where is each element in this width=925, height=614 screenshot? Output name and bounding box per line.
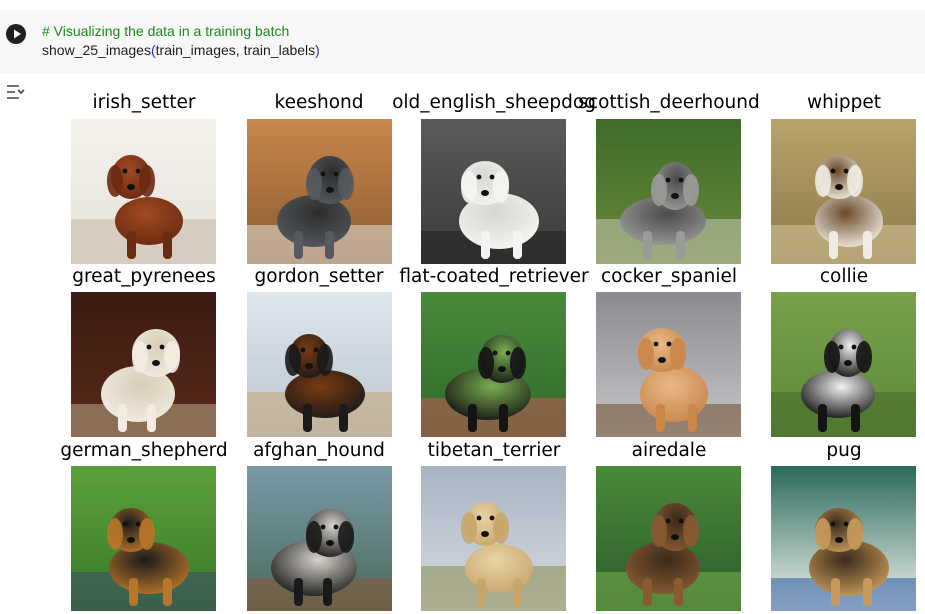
dog-image [247, 292, 392, 437]
dog-image [771, 292, 916, 437]
image-label: german_shepherd [60, 440, 228, 461]
dog-photo-graphic [596, 466, 741, 611]
play-circle-icon [14, 29, 21, 39]
image-label: irish_setter [92, 92, 196, 113]
dog-image [247, 466, 392, 611]
image-label: afghan_hound [253, 440, 385, 461]
code-arguments: train_images, train_labels [155, 42, 316, 58]
image-label: whippet [806, 92, 882, 113]
dog-image [71, 292, 216, 437]
image-label: cocker_spaniel [600, 266, 738, 287]
image-label: collie [819, 266, 869, 287]
dog-photo-graphic [421, 466, 566, 611]
image-label: old_english_sheepdog [392, 92, 596, 113]
dog-image [596, 292, 741, 437]
dog-photo-graphic [421, 119, 566, 264]
image-label: pug [826, 440, 862, 461]
dog-photo-graphic [71, 119, 216, 264]
code-function-call: show_25_images [42, 42, 151, 58]
image-label: flat-coated_retriever [399, 266, 589, 287]
dog-photo-graphic [421, 292, 566, 437]
output-collapse-icon[interactable] [4, 82, 26, 102]
dog-image [247, 119, 392, 264]
dog-image [71, 466, 216, 611]
dog-photo-graphic [771, 466, 916, 611]
dog-photo-graphic [596, 292, 741, 437]
dog-photo-graphic [771, 119, 916, 264]
dog-photo-graphic [71, 466, 216, 611]
image-label: tibetan_terrier [427, 440, 561, 461]
image-label: keeshond [274, 92, 364, 113]
dog-image [771, 119, 916, 264]
image-label: airedale [631, 440, 707, 461]
code-comment: # Visualizing the data in a training bat… [42, 23, 290, 39]
dog-photo-graphic [247, 292, 392, 437]
image-label: scottish_deerhound [578, 92, 760, 113]
code-cell[interactable]: # Visualizing the data in a training bat… [0, 10, 925, 74]
dog-photo-graphic [247, 119, 392, 264]
dog-image [71, 119, 216, 264]
dog-image [421, 119, 566, 264]
dog-image [421, 466, 566, 611]
dog-photo-graphic [771, 292, 916, 437]
dog-photo-graphic [596, 119, 741, 264]
code-editor[interactable]: # Visualizing the data in a training bat… [42, 22, 320, 60]
dog-image [596, 466, 741, 611]
image-label: gordon_setter [254, 266, 384, 287]
code-paren-close: ) [315, 42, 320, 58]
dog-image [596, 119, 741, 264]
run-cell-button[interactable] [6, 24, 26, 44]
dog-photo-graphic [71, 292, 216, 437]
dog-image [421, 292, 566, 437]
image-label: great_pyrenees [72, 266, 216, 287]
dog-photo-graphic [247, 466, 392, 611]
dog-image [771, 466, 916, 611]
